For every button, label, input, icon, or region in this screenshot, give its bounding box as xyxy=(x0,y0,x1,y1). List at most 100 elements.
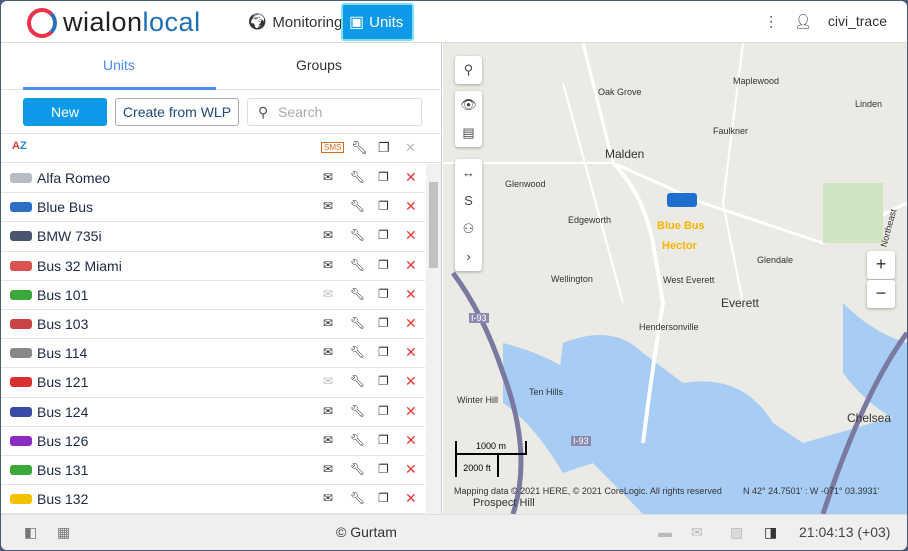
wrench-icon[interactable]: 🔧︎ xyxy=(350,404,365,418)
wrench-icon[interactable]: 🔧︎ xyxy=(350,258,365,272)
copy-icon[interactable]: ❐ xyxy=(378,228,389,242)
copy-icon[interactable]: ❐ xyxy=(378,433,389,447)
logo[interactable]: wialonlocal xyxy=(27,7,201,38)
nav-monitoring[interactable]: 🌍︎ Monitoring xyxy=(241,3,348,41)
more-icon[interactable]: ⋮ xyxy=(764,13,778,30)
map-search-button[interactable]: ⚲ xyxy=(455,56,482,84)
delete-icon[interactable]: ✕ xyxy=(405,432,417,449)
delete-icon[interactable]: ✕ xyxy=(405,461,417,478)
copy-icon[interactable]: ❐ xyxy=(378,374,389,388)
copy-icon[interactable]: ❐ xyxy=(378,170,389,184)
delete-all-icon[interactable]: ✕ xyxy=(405,140,416,156)
new-button[interactable]: New xyxy=(23,98,107,126)
unit-row[interactable]: Alfa Romeo ✉ 🔧︎ ❐ ✕ xyxy=(1,164,425,194)
zoom-in-button[interactable]: + xyxy=(867,251,895,279)
delete-icon[interactable]: ✕ xyxy=(405,344,417,361)
unit-row[interactable]: Bus 101 ✉ 🔧︎ ❐ ✕ xyxy=(1,281,425,310)
unit-row[interactable]: Bus 32 Miami ✉ 🔧︎ ❐ ✕ xyxy=(1,252,425,281)
wrench-icon[interactable]: 🔧︎ xyxy=(350,433,365,447)
blue-bus-marker-icon[interactable] xyxy=(667,193,697,207)
sort-az-icon[interactable]: AZ xyxy=(12,140,27,152)
unit-row[interactable]: BMW 735i ✉ 🔧︎ ❐ ✕ xyxy=(1,222,425,252)
unit-row[interactable]: Bus 131 ✉ 🔧︎ ❐ ✕ xyxy=(1,456,425,486)
copy-icon[interactable]: ❐ xyxy=(378,462,389,476)
unit-name[interactable]: Alfa Romeo xyxy=(37,170,110,186)
unit-name[interactable]: Bus 126 xyxy=(37,433,88,449)
unit-marker-label[interactable]: Blue Bus xyxy=(657,220,705,232)
wrench-icon[interactable]: 🔧︎ xyxy=(350,199,365,213)
route-icon[interactable]: S xyxy=(455,187,482,215)
envelope-icon[interactable]: ✉ xyxy=(323,170,333,184)
scrollbar-thumb[interactable] xyxy=(429,182,438,268)
unit-name[interactable]: Bus 124 xyxy=(37,404,88,420)
username[interactable]: civi_trace xyxy=(828,13,887,30)
envelope-icon[interactable]: ✉ xyxy=(323,199,333,213)
unit-name[interactable]: BMW 735i xyxy=(37,228,102,244)
copy-icon[interactable]: ❐ xyxy=(378,345,389,359)
wrench-icon[interactable]: 🔧︎ xyxy=(350,345,365,359)
copy-icon[interactable]: ❐ xyxy=(378,199,389,213)
unit-row[interactable]: Bus 124 ✉ 🔧︎ ❐ ✕ xyxy=(1,398,425,427)
delete-icon[interactable]: ✕ xyxy=(405,403,417,420)
unit-row[interactable]: Bus 121 ✉ 🔧︎ ❐ ✕ xyxy=(1,368,425,398)
chevron-right-icon[interactable]: › xyxy=(455,243,482,271)
copy-icon[interactable]: ❐ xyxy=(378,258,389,272)
wrench-icon[interactable]: 🔧︎ xyxy=(350,462,365,476)
envelope-icon[interactable]: ✉ xyxy=(323,345,333,359)
delete-icon[interactable]: ✕ xyxy=(405,198,417,215)
envelope-icon[interactable]: ✉ xyxy=(323,462,333,476)
scrollbar[interactable] xyxy=(426,164,441,514)
envelope-icon[interactable]: ✉ xyxy=(323,228,333,242)
unit-name[interactable]: Bus 132 xyxy=(37,491,88,507)
map[interactable]: Maplewood Oak Grove Linden Faulkner Mald… xyxy=(443,43,907,514)
unit-marker-label[interactable]: Hector xyxy=(662,240,697,252)
wrench-icon[interactable]: 🔧︎ xyxy=(350,170,365,184)
unit-name[interactable]: Bus 101 xyxy=(37,287,88,303)
wrench-icon[interactable]: 🔧︎ xyxy=(350,316,365,330)
unit-name[interactable]: Bus 121 xyxy=(37,374,88,390)
create-from-wlp-button[interactable]: Create from WLP xyxy=(115,98,239,126)
envelope-icon[interactable]: ✉ xyxy=(323,491,333,505)
wrench-icon[interactable]: 🔧︎ xyxy=(350,491,365,505)
wrench-icon[interactable]: 🔧︎ xyxy=(350,228,365,242)
wrench-icon[interactable]: 🔧︎ xyxy=(351,140,368,156)
delete-icon[interactable]: ✕ xyxy=(405,315,417,332)
notifications-icon[interactable]: ▬ xyxy=(658,524,672,540)
unit-name[interactable]: Bus 103 xyxy=(37,316,88,332)
unit-row[interactable]: Bus 103 ✉ 🔧︎ ❐ ✕ xyxy=(1,310,425,340)
copy-icon[interactable]: ❐ xyxy=(378,316,389,330)
envelope-icon[interactable]: ✉ xyxy=(323,374,333,388)
copy-icon[interactable]: ❐ xyxy=(378,287,389,301)
search-input[interactable]: ⚲ Search xyxy=(247,98,422,126)
delete-icon[interactable]: ✕ xyxy=(405,490,417,507)
layout-icon[interactable]: ◨ xyxy=(764,524,777,541)
copy-icon[interactable]: ❐ xyxy=(378,140,390,156)
messages-icon[interactable]: ✉ xyxy=(691,524,703,541)
map-icon[interactable]: ▤ xyxy=(455,119,482,147)
envelope-icon[interactable]: ✉ xyxy=(323,287,333,301)
delete-icon[interactable]: ✕ xyxy=(405,257,417,274)
wrench-icon[interactable]: 🔧︎ xyxy=(350,287,365,301)
envelope-icon[interactable]: ✉ xyxy=(323,404,333,418)
unit-name[interactable]: Bus 131 xyxy=(37,462,88,478)
tab-units[interactable]: Units xyxy=(103,57,135,73)
envelope-icon[interactable]: ✉ xyxy=(323,258,333,272)
nav-units[interactable]: ▣ Units xyxy=(341,3,414,41)
unit-name[interactable]: Bus 114 xyxy=(37,345,87,361)
unit-row[interactable]: Bus 126 ✉ 🔧︎ ❐ ✕ xyxy=(1,427,425,456)
unit-row[interactable]: Blue Bus ✉ 🔧︎ ❐ ✕ xyxy=(1,193,425,223)
image-icon[interactable]: ▨ xyxy=(730,524,743,541)
wrench-icon[interactable]: 🔧︎ xyxy=(350,374,365,388)
unit-row[interactable]: Bus 132 ✉ 🔧︎ ❐ ✕ xyxy=(1,485,425,514)
panel-toggle-icon[interactable]: ◧ xyxy=(24,524,37,541)
user-icon[interactable]: 👤︎ xyxy=(794,13,812,30)
unit-row[interactable]: Bus 114 ✉ 🔧︎ ❐ ✕ xyxy=(1,339,425,369)
tab-groups[interactable]: Groups xyxy=(296,57,342,73)
envelope-icon[interactable]: ✉ xyxy=(323,433,333,447)
copy-icon[interactable]: ❐ xyxy=(378,491,389,505)
envelope-icon[interactable]: ✉ xyxy=(323,316,333,330)
nodes-icon[interactable]: ⚇ xyxy=(455,215,482,243)
unit-name[interactable]: Blue Bus xyxy=(37,199,93,215)
delete-icon[interactable]: ✕ xyxy=(405,227,417,244)
delete-icon[interactable]: ✕ xyxy=(405,286,417,303)
